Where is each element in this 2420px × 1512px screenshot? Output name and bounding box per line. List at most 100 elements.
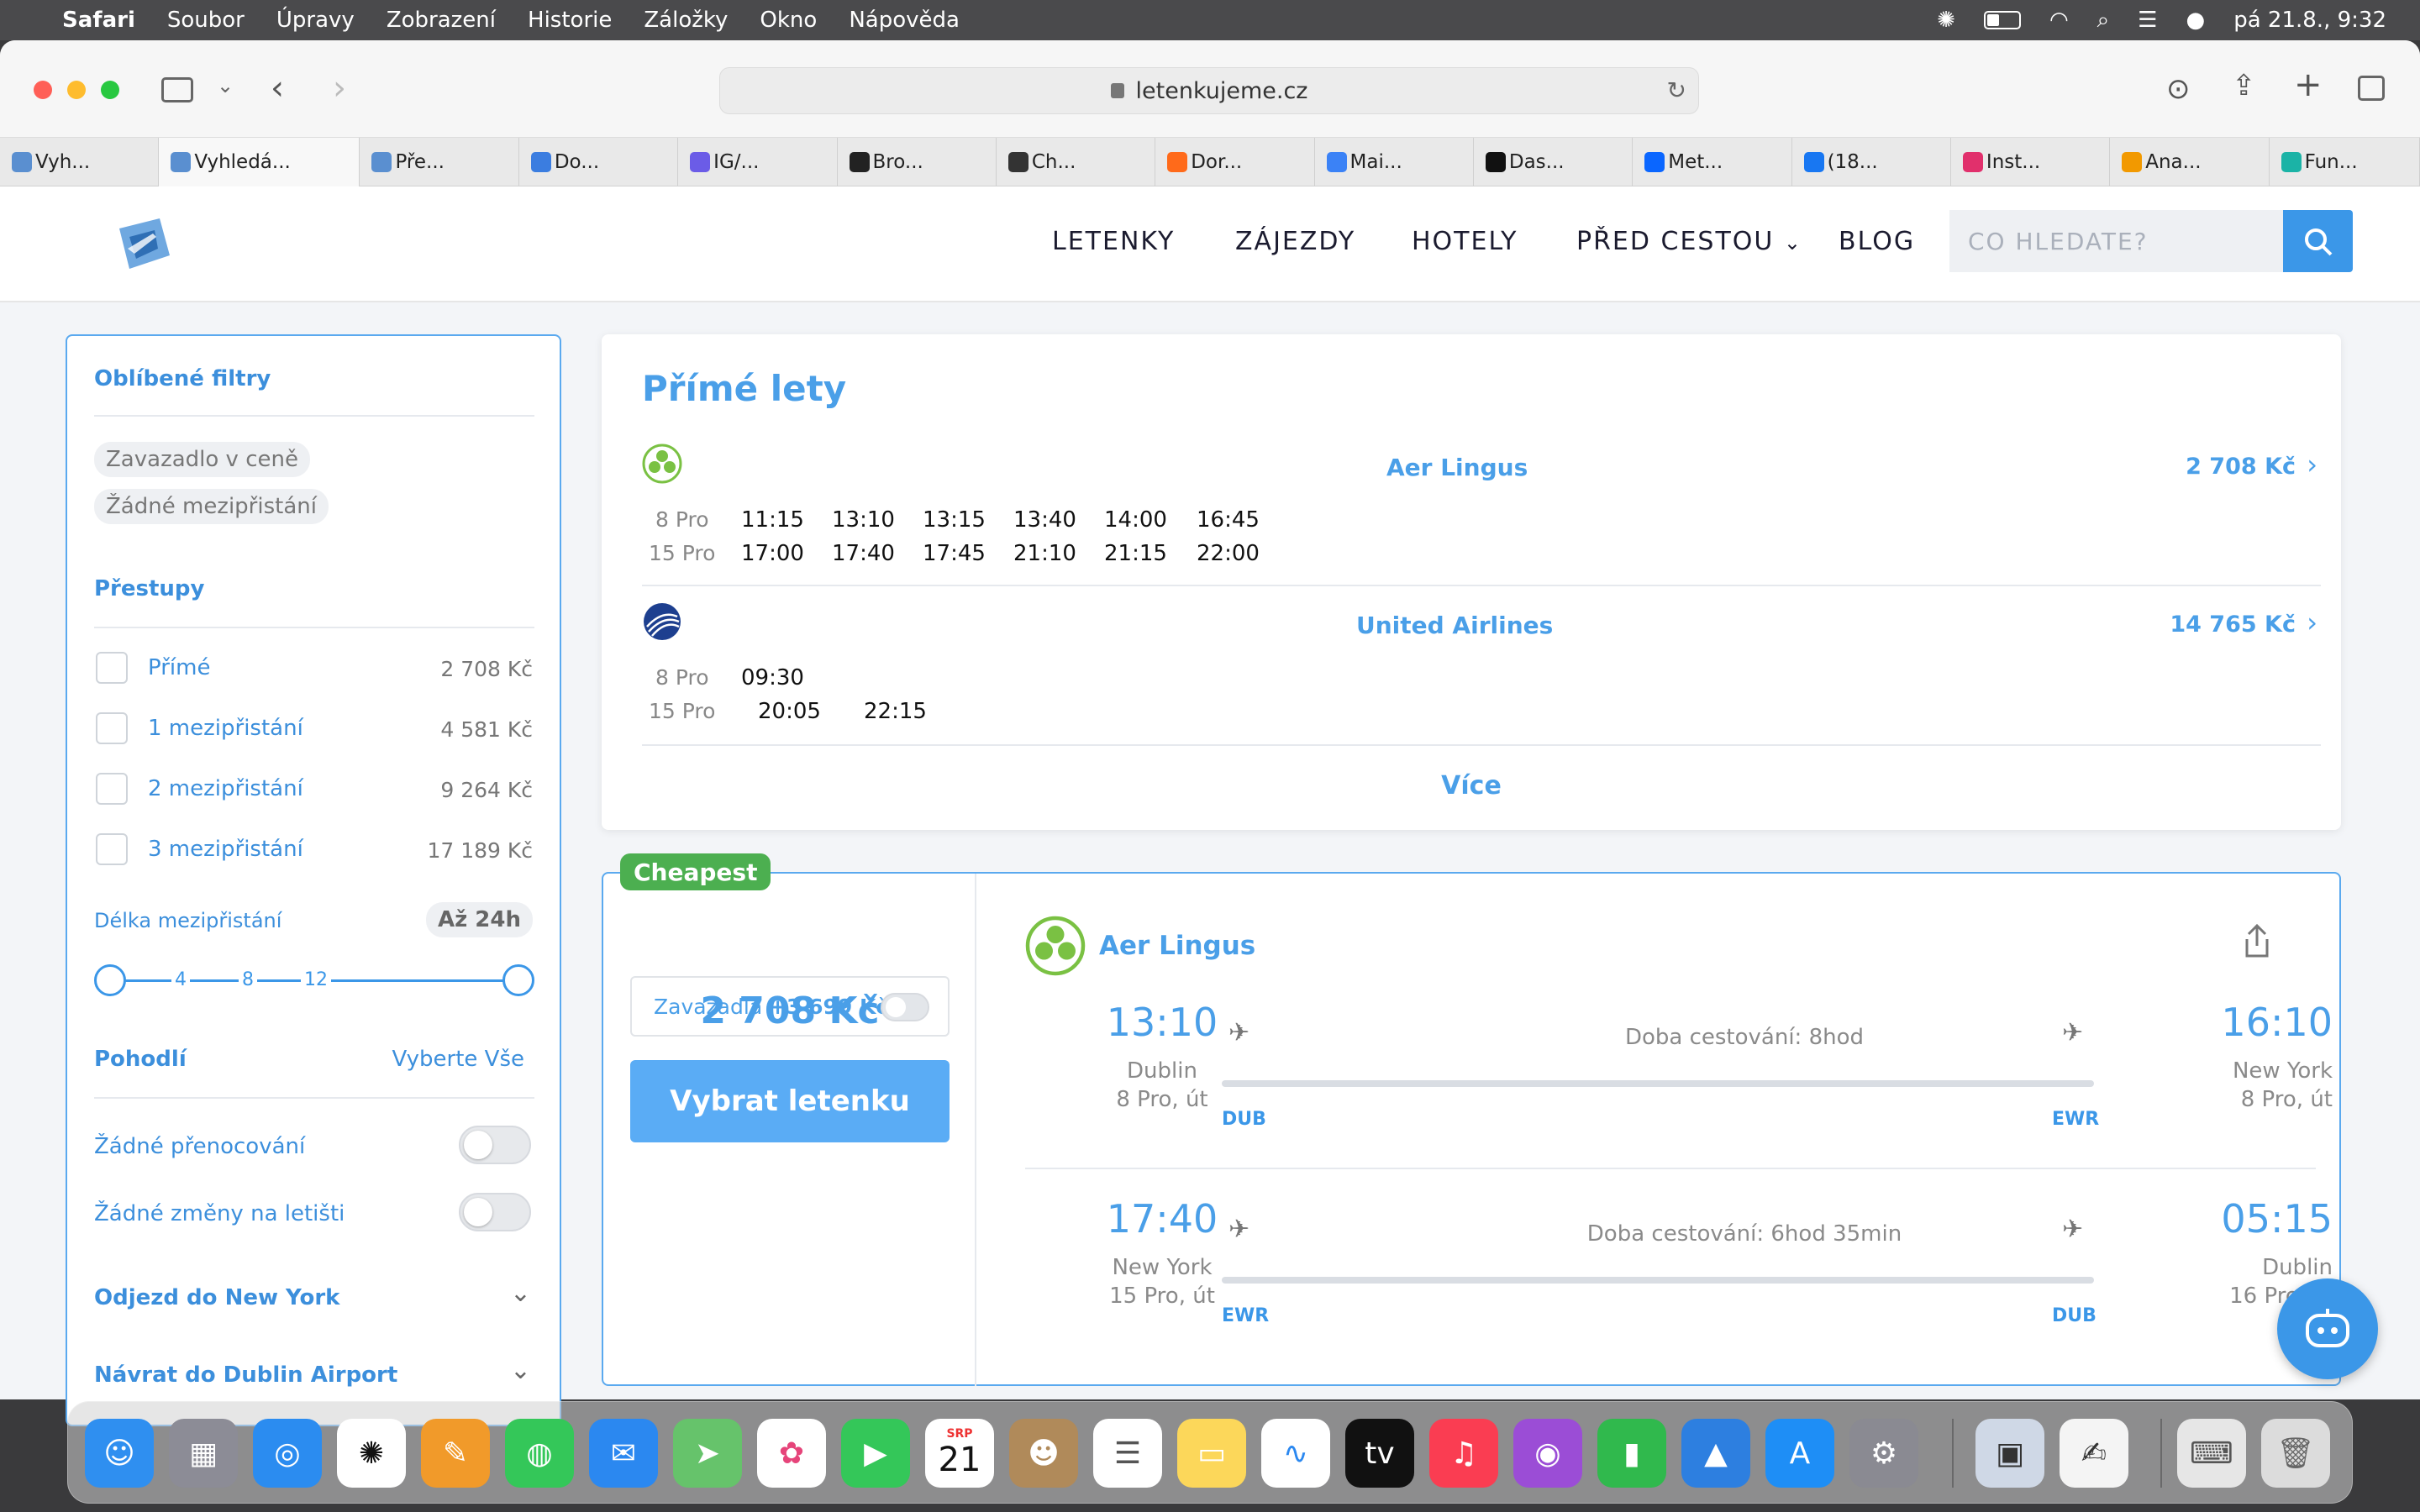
browser-tab[interactable]: Bro...: [838, 138, 997, 186]
back-icon[interactable]: ‹: [271, 69, 284, 108]
new-tab-icon[interactable]: +: [2294, 66, 2323, 104]
browser-tab[interactable]: Ch...: [997, 138, 1156, 186]
spotlight-icon[interactable]: ⌕: [2097, 8, 2110, 34]
browser-tab[interactable]: IG/...: [678, 138, 838, 186]
app-store-icon[interactable]: A: [1765, 1419, 1834, 1488]
freeform-icon[interactable]: ∿: [1261, 1419, 1330, 1488]
menu-soubor[interactable]: Soubor: [167, 8, 245, 33]
reminders-icon[interactable]: ☰: [1093, 1419, 1162, 1488]
time-option[interactable]: 21:15: [1104, 541, 1167, 566]
chatbot-button[interactable]: [2277, 1278, 2378, 1379]
browser-tab[interactable]: Vyh...: [0, 138, 160, 186]
checkbox-1-stop[interactable]: [96, 712, 128, 744]
menu-upravy[interactable]: Úpravy: [276, 8, 355, 33]
chevron-down-icon[interactable]: ⌄: [510, 1278, 531, 1308]
textedit-icon[interactable]: ✍: [2060, 1419, 2128, 1488]
clock[interactable]: pá 21.8., 9:32: [2233, 8, 2386, 33]
nav-blog[interactable]: BLOG: [1839, 227, 1915, 256]
time-option[interactable]: 20:05: [758, 699, 821, 724]
slider-handle-min[interactable]: [94, 964, 126, 996]
time-option[interactable]: 16:45: [1197, 507, 1260, 533]
notes-icon[interactable]: ▭: [1177, 1419, 1246, 1488]
site-search-button[interactable]: [2283, 210, 2353, 272]
preview-icon[interactable]: ▣: [1975, 1419, 2044, 1488]
contacts-icon[interactable]: ☻: [1009, 1419, 1078, 1488]
downloads-stack-icon[interactable]: ⌨: [2177, 1419, 2246, 1488]
baggage-toggle[interactable]: [881, 993, 929, 1021]
transfer-label-1-stop[interactable]: 1 mezipřistání: [148, 716, 303, 741]
time-option[interactable]: 17:00: [741, 541, 804, 566]
time-option[interactable]: 22:15: [864, 699, 927, 724]
control-center-icon[interactable]: ☰: [2138, 8, 2157, 33]
chevron-down-icon[interactable]: ⌄: [510, 1356, 531, 1385]
menu-historie[interactable]: Historie: [528, 8, 612, 33]
nav-pred-cestou[interactable]: PŘED CESTOU ⌄: [1576, 227, 1802, 256]
chatgpt-icon[interactable]: ✺: [337, 1419, 406, 1488]
browser-tab[interactable]: Met...: [1633, 138, 1792, 186]
downloads-icon[interactable]: ⊙: [2166, 72, 2191, 106]
nav-letenky[interactable]: LETENKY: [1052, 227, 1175, 256]
airline-price[interactable]: 2 708 Kč: [2186, 454, 2296, 480]
select-ticket-button[interactable]: Vybrat letenku: [630, 1060, 950, 1142]
minimize-window-button[interactable]: [67, 81, 86, 99]
numbers-icon[interactable]: ▮: [1597, 1419, 1666, 1488]
time-option[interactable]: 17:40: [832, 541, 895, 566]
browser-tab[interactable]: Fun...: [2270, 138, 2420, 186]
browser-tab[interactable]: (18...: [1792, 138, 1951, 186]
checkbox-3-stops[interactable]: [96, 833, 128, 865]
chatgpt-status-icon[interactable]: ✺: [1937, 8, 1955, 33]
airline-name[interactable]: Aer Lingus: [1386, 454, 1528, 481]
browser-tab[interactable]: Das...: [1474, 138, 1634, 186]
system-settings-icon[interactable]: ⚙: [1849, 1419, 1918, 1488]
mail-icon[interactable]: ✉: [589, 1419, 658, 1488]
menu-zalozky[interactable]: Záložky: [644, 8, 728, 33]
transfer-label-3-stops[interactable]: 3 mezipřistání: [148, 837, 303, 862]
maps-icon[interactable]: ➤: [673, 1419, 742, 1488]
filter-chip-baggage[interactable]: Zavazadlo v ceně: [94, 442, 310, 477]
menu-zobrazeni[interactable]: Zobrazení: [387, 8, 496, 33]
wifi-icon[interactable]: ◠: [2049, 8, 2069, 33]
browser-tab[interactable]: Ana...: [2110, 138, 2270, 186]
chevron-right-icon[interactable]: ›: [2307, 606, 2317, 638]
menu-napoveda[interactable]: Nápověda: [849, 8, 960, 33]
tab-overview-icon[interactable]: [2358, 76, 2385, 101]
time-option[interactable]: 11:15: [741, 507, 804, 533]
forward-icon[interactable]: ›: [333, 69, 346, 108]
battery-icon[interactable]: [1983, 11, 2021, 29]
share-icon[interactable]: ⇪: [2232, 69, 2256, 102]
nav-zajezdy[interactable]: ZÁJEZDY: [1235, 227, 1355, 256]
toggle-no-airport-change[interactable]: [459, 1193, 531, 1231]
close-window-button[interactable]: [34, 81, 52, 99]
keynote-icon[interactable]: ▲: [1681, 1419, 1750, 1488]
airline-name[interactable]: United Airlines: [1356, 612, 1553, 639]
time-option[interactable]: 13:40: [1013, 507, 1076, 533]
menu-okno[interactable]: Okno: [760, 8, 817, 33]
finder-icon[interactable]: ☺: [85, 1419, 154, 1488]
menu-safari[interactable]: Safari: [62, 8, 135, 33]
address-bar[interactable]: letenkujeme.cz ↻: [719, 67, 1699, 114]
browser-tab[interactable]: Vyhledá...: [159, 138, 360, 186]
launchpad-icon[interactable]: ▦: [169, 1419, 238, 1488]
return-section-title[interactable]: Návrat do Dublin Airport: [94, 1362, 397, 1388]
browser-tab[interactable]: Inst...: [1951, 138, 2111, 186]
select-all-link[interactable]: Vyberte Vše: [392, 1047, 524, 1072]
browser-tab[interactable]: Do...: [519, 138, 679, 186]
trash-icon[interactable]: 🗑: [2261, 1419, 2330, 1488]
zoom-window-button[interactable]: [101, 81, 119, 99]
time-option[interactable]: 22:00: [1197, 541, 1260, 566]
nav-hotely[interactable]: HOTELY: [1412, 227, 1518, 256]
messages-icon[interactable]: ◍: [505, 1419, 574, 1488]
time-option[interactable]: 17:45: [923, 541, 986, 566]
transfer-label-2-stops[interactable]: 2 mezipřistání: [148, 776, 303, 801]
chevron-down-icon[interactable]: ⌄: [217, 74, 234, 97]
reload-icon[interactable]: ↻: [1667, 76, 1686, 104]
photos-icon[interactable]: ✿: [757, 1419, 826, 1488]
more-flights-link[interactable]: Více: [602, 771, 2341, 801]
departure-section-title[interactable]: Odjezd do New York: [94, 1285, 339, 1310]
baggage-addon[interactable]: Zavazadla +3 699 Kč: [630, 976, 950, 1037]
apple-tv-icon[interactable]: tv: [1345, 1419, 1414, 1488]
browser-tab[interactable]: Dor...: [1155, 138, 1315, 186]
share-icon[interactable]: [2242, 922, 2272, 959]
slider-handle-max[interactable]: [502, 964, 534, 996]
pages-icon[interactable]: ✎: [421, 1419, 490, 1488]
